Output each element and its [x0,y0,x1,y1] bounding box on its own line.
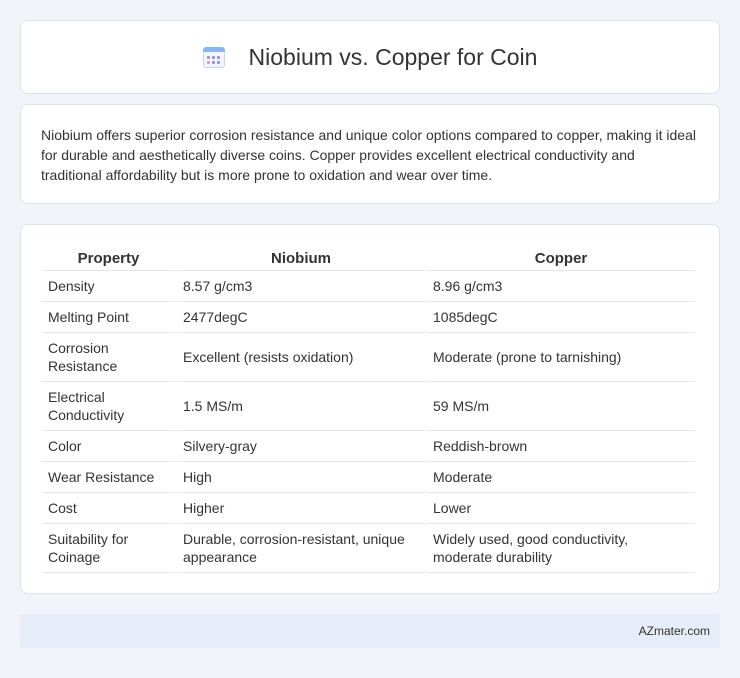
table-cell: Silvery-gray [177,431,425,462]
table-cell: 8.57 g/cm3 [177,271,425,302]
footer: AZmater.com [20,614,720,648]
title-card: Niobium vs. Copper for Coin [20,20,720,94]
table-cell: Density [42,271,175,302]
description-text: Niobium offers superior corrosion resist… [41,127,696,183]
table-row: Electrical Conductivity 1.5 MS/m 59 MS/m [42,382,695,431]
table-row: Cost Higher Lower [42,493,695,524]
table-cell: Electrical Conductivity [42,382,175,431]
table-cell: High [177,462,425,493]
table-row: Melting Point 2477degC 1085degC [42,302,695,333]
column-header: Niobium [177,245,425,271]
table-row: Density 8.57 g/cm3 8.96 g/cm3 [42,271,695,302]
table-header-row: Property Niobium Copper [42,245,695,271]
comparison-table: Property Niobium Copper Density 8.57 g/c… [40,245,697,573]
table-cell: 59 MS/m [427,382,695,431]
column-header: Copper [427,245,695,271]
table-row: Wear Resistance High Moderate [42,462,695,493]
table-cell: Widely used, good conductivity, moderate… [427,524,695,573]
page-title: Niobium vs. Copper for Coin [248,43,538,70]
table-cell: Moderate (prone to tarnishing) [427,333,695,382]
table-row: Suitability for Coinage Durable, corrosi… [42,524,695,573]
footer-brand: AZmater.com [638,624,710,638]
table-cell: Corrosion Resistance [42,333,175,382]
table-cell: 1.5 MS/m [177,382,425,431]
title-wrap: Niobium vs. Copper for Coin [202,43,538,71]
table-row: Color Silvery-gray Reddish-brown [42,431,695,462]
table-cell: Durable, corrosion-resistant, unique app… [177,524,425,573]
table-cell: Moderate [427,462,695,493]
table-cell: 8.96 g/cm3 [427,271,695,302]
table-cell: Color [42,431,175,462]
table-cell: Reddish-brown [427,431,695,462]
description-card: Niobium offers superior corrosion resist… [20,104,720,204]
table-cell: Melting Point [42,302,175,333]
table-cell: Suitability for Coinage [42,524,175,573]
table-row: Corrosion Resistance Excellent (resists … [42,333,695,382]
table-cell: 2477degC [177,302,425,333]
column-header: Property [42,245,175,271]
calendar-icon [202,45,225,69]
table-cell: Wear Resistance [42,462,175,493]
table-cell: Lower [427,493,695,524]
comparison-card: Property Niobium Copper Density 8.57 g/c… [20,224,720,594]
table-cell: Cost [42,493,175,524]
table-cell: 1085degC [427,302,695,333]
table-cell: Higher [177,493,425,524]
table-cell: Excellent (resists oxidation) [177,333,425,382]
